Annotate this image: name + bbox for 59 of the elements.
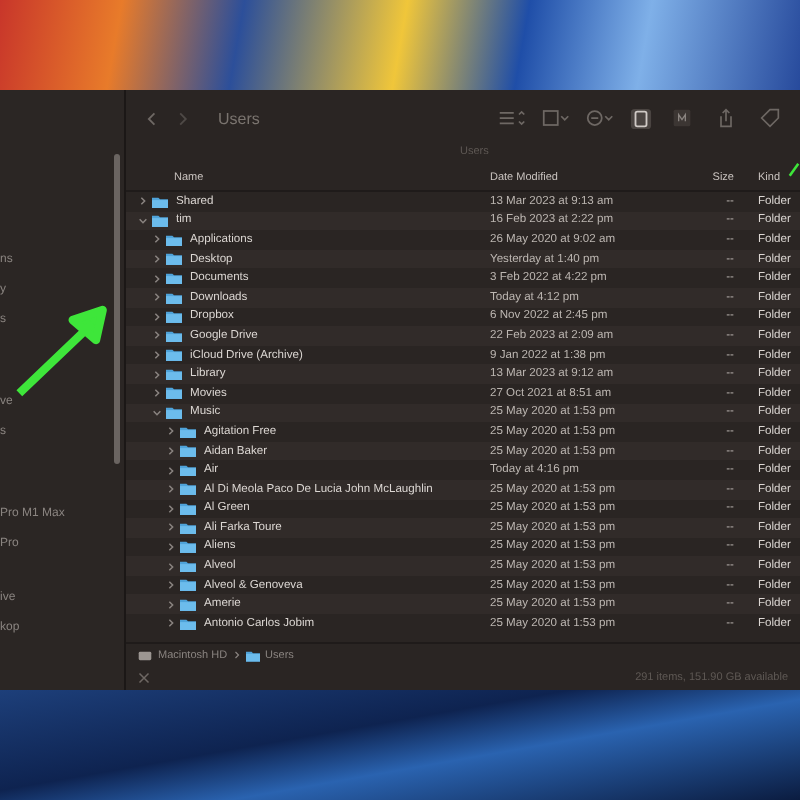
folder-icon: [166, 291, 182, 305]
disclosure-chevron-icon[interactable]: [166, 503, 176, 514]
disclosure-chevron-icon[interactable]: [166, 599, 176, 610]
disclosure-chevron-icon[interactable]: [166, 465, 176, 476]
disclosure-chevron-icon[interactable]: [152, 369, 162, 380]
folder-icon: [180, 444, 196, 458]
disclosure-chevron-icon[interactable]: [166, 541, 176, 552]
folder-icon: [180, 559, 196, 573]
folder-icon: [166, 233, 182, 247]
folder-icon: [180, 617, 196, 631]
disclosure-chevron-icon[interactable]: [166, 484, 176, 495]
list-view-icon[interactable]: [498, 108, 526, 128]
folder-icon: [166, 367, 182, 381]
disclosure-chevron-icon[interactable]: [152, 388, 162, 399]
folder-icon: [166, 310, 182, 324]
disclosure-chevron-icon[interactable]: [152, 273, 162, 284]
folder-icon: [166, 271, 182, 285]
disclosure-chevron-icon[interactable]: [166, 561, 176, 572]
close-icon[interactable]: [138, 672, 150, 684]
folder-icon: [166, 252, 182, 266]
disclosure-chevron-icon[interactable]: [152, 350, 162, 361]
folder-icon: [180, 521, 196, 535]
chevron-icon: [233, 650, 240, 660]
disclosure-chevron-icon[interactable]: [166, 618, 176, 629]
scrollbar[interactable]: [114, 154, 120, 464]
preview-panel-icon[interactable]: [630, 107, 652, 129]
disclosure-chevron-icon[interactable]: [152, 311, 162, 322]
drive-icon: [138, 649, 152, 661]
window-title: Users: [218, 109, 260, 127]
folder-icon: [180, 540, 196, 554]
folder-icon: [166, 348, 182, 362]
folder-icon: [166, 386, 182, 400]
folder-icon: [245, 649, 260, 661]
folder-icon: [180, 425, 196, 439]
disclosure-chevron-icon[interactable]: [152, 234, 162, 245]
folder-icon: [180, 502, 196, 516]
folder-icon: [180, 482, 196, 496]
folder-icon: [166, 406, 182, 420]
folder-icon: [152, 195, 168, 209]
disclosure-chevron-icon[interactable]: [138, 215, 148, 226]
disclosure-chevron-icon[interactable]: [152, 254, 162, 265]
folder-icon: [180, 578, 196, 592]
disclosure-chevron-icon[interactable]: [166, 522, 176, 533]
disclosure-chevron-icon[interactable]: [166, 580, 176, 591]
disclosure-chevron-icon[interactable]: [166, 426, 176, 437]
disclosure-chevron-icon[interactable]: [138, 196, 148, 207]
disclosure-chevron-icon[interactable]: [152, 292, 162, 303]
folder-icon: [152, 214, 168, 228]
grid-view-icon[interactable]: [542, 108, 570, 128]
folder-icon: [180, 598, 196, 612]
more-options-icon[interactable]: [586, 108, 614, 128]
folder-icon: [166, 329, 182, 343]
tag-icon[interactable]: [756, 108, 784, 128]
disclosure-chevron-icon[interactable]: [152, 330, 162, 341]
back-icon[interactable]: [146, 109, 160, 127]
folder-icon: [180, 463, 196, 477]
document-icon[interactable]: [668, 108, 696, 128]
disclosure-chevron-icon[interactable]: [166, 446, 176, 457]
disclosure-chevron-icon[interactable]: [152, 407, 162, 418]
